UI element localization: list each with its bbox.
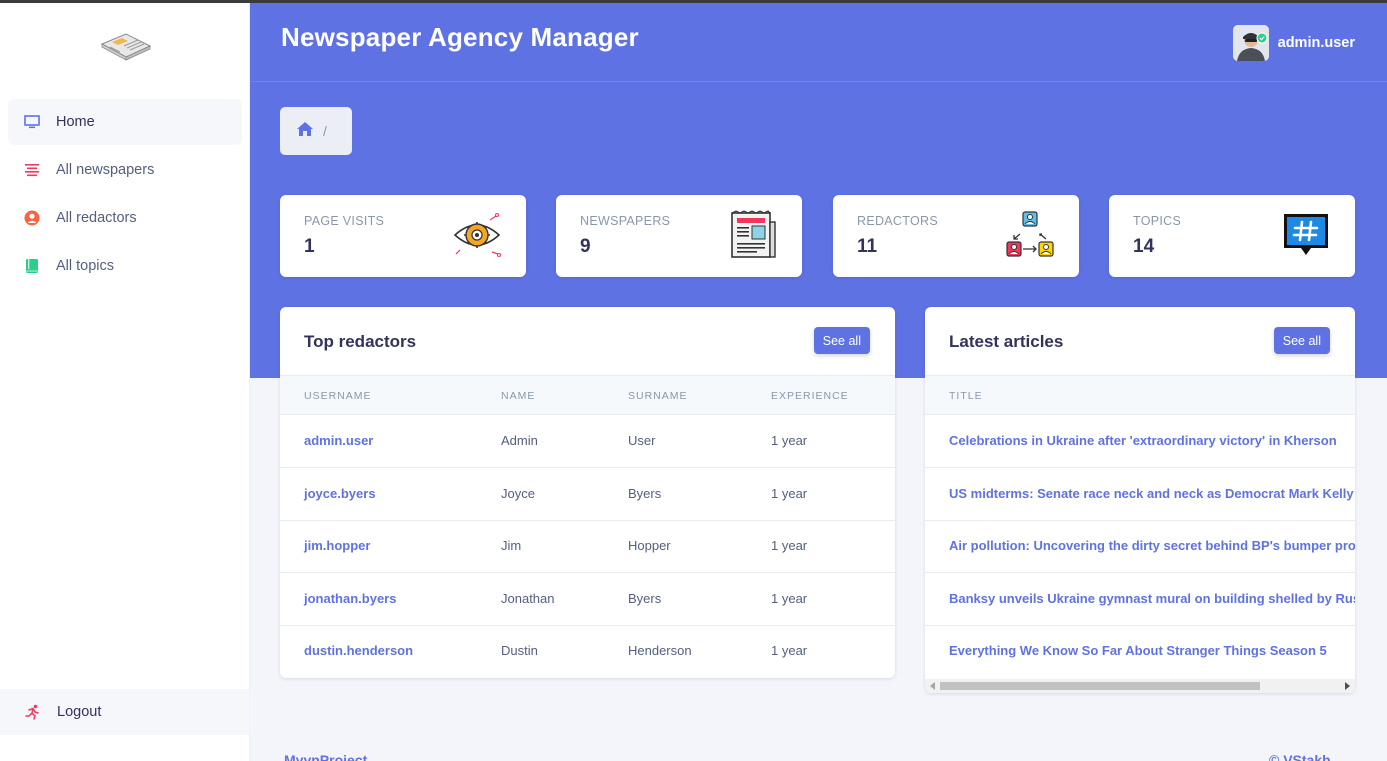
home-icon[interactable] (296, 121, 314, 142)
people-exchange-icon (1005, 210, 1055, 260)
sidebar-item-all-topics[interactable]: All topics (8, 243, 242, 289)
table-row: Banksy unveils Ukraine gymnast mural on … (925, 573, 1355, 626)
username-link[interactable]: joyce.byers (304, 486, 376, 501)
sidebar-item-label: All redactors (56, 210, 137, 226)
column-header: EXPERIENCE (771, 390, 849, 402)
stat-card-redactors: REDACTORS 11 (833, 195, 1079, 277)
window-top-border (0, 0, 1387, 3)
article-title-link[interactable]: Celebrations in Ukraine after 'extraordi… (949, 433, 1337, 448)
surname-cell: User (628, 433, 656, 448)
column-header: TITLE (949, 390, 983, 402)
table-row: US midterms: Senate race neck and neck a… (925, 468, 1355, 521)
logout-button[interactable]: Logout (0, 689, 249, 735)
article-title-link[interactable]: Everything We Know So Far About Stranger… (949, 643, 1327, 658)
stat-value: 9 (580, 236, 591, 257)
see-all-articles-button[interactable]: See all (1273, 327, 1330, 354)
panel-title: Top redactors (304, 332, 417, 351)
surname-cell: Byers (628, 591, 662, 606)
experience-cell: 1 year (771, 538, 808, 553)
avatar (1232, 25, 1269, 61)
horizontal-scrollbar[interactable] (925, 679, 1355, 693)
brand-logo-newspaper-icon[interactable] (98, 30, 152, 62)
username-link[interactable]: admin.user (304, 433, 373, 448)
surname-cell: Byers (628, 486, 662, 501)
stat-value: 11 (857, 236, 878, 257)
footer-copyright[interactable]: © VStakh (1269, 752, 1331, 761)
sidebar-item-label: All newspapers (56, 162, 155, 178)
name-cell: Joyce (501, 486, 535, 501)
column-header: NAME (501, 390, 536, 402)
username-link[interactable]: jim.hopper (304, 538, 370, 553)
name-cell: Admin (501, 433, 538, 448)
username-link[interactable]: jonathan.byers (304, 591, 396, 606)
experience-cell: 1 year (771, 591, 808, 606)
sidebar-item-label: All topics (56, 258, 115, 274)
sidebar-item-all-newspapers[interactable]: All newspapers (8, 147, 242, 193)
eye-gear-icon (452, 210, 502, 260)
column-header: SURNAME (628, 390, 688, 402)
username-link[interactable]: dustin.henderson (304, 643, 413, 658)
breadcrumb: / (280, 107, 352, 155)
scroll-right-icon[interactable] (1345, 682, 1350, 690)
experience-cell: 1 year (771, 486, 808, 501)
stat-card-newspapers: NEWSPAPERS 9 (556, 195, 802, 277)
panel-title: Latest articles (949, 332, 1064, 351)
stat-label: NEWSPAPERS (580, 214, 671, 228)
breadcrumb-separator: / (323, 123, 327, 139)
scroll-left-icon[interactable] (930, 682, 935, 690)
sidebar-nav: Home All newspapers All redactors All to… (8, 99, 242, 291)
table-row: dustin.henderson Dustin Henderson 1 year (280, 625, 895, 678)
hashtag-icon (1281, 210, 1331, 260)
top-redactors-panel: Top redactors See all USERNAME NAME SURN… (280, 307, 895, 678)
stat-label: PAGE VISITS (304, 214, 385, 228)
latest-articles-panel: Latest articles See all TITLE Celebratio… (925, 307, 1355, 693)
stat-value: 14 (1133, 236, 1155, 257)
user-name: admin.user (1277, 35, 1355, 51)
table-row: jonathan.byers Jonathan Byers 1 year (280, 573, 895, 626)
monitor-icon (23, 113, 41, 131)
surname-cell: Hopper (628, 538, 671, 553)
stat-value: 1 (304, 236, 315, 257)
user-circle-icon (23, 209, 41, 227)
sidebar: Home All newspapers All redactors All to… (0, 3, 250, 761)
article-title-link[interactable]: Banksy unveils Ukraine gymnast mural on … (949, 591, 1355, 606)
table-row: Everything We Know So Far About Stranger… (925, 625, 1355, 678)
page-title: Newspaper Agency Manager (281, 22, 639, 52)
newspaper-icon (728, 210, 778, 260)
header-divider (250, 81, 1387, 82)
table-row: admin.user Admin User 1 year (280, 415, 895, 468)
book-icon (23, 257, 41, 275)
logout-label: Logout (57, 704, 102, 720)
stat-card-topics: TOPICS 14 (1109, 195, 1355, 277)
user-menu[interactable]: admin.user (1232, 25, 1355, 61)
see-all-redactors-button[interactable]: See all (813, 327, 870, 354)
stat-card-page-visits: PAGE VISITS 1 (280, 195, 526, 277)
align-lines-icon (23, 161, 41, 179)
footer-project-link[interactable]: MyynProject (284, 752, 367, 761)
stat-label: TOPICS (1133, 214, 1182, 228)
table-row: Air pollution: Uncovering the dirty secr… (925, 520, 1355, 573)
table-row: joyce.byers Joyce Byers 1 year (280, 468, 895, 521)
sidebar-item-label: Home (56, 114, 95, 130)
table-row: Celebrations in Ukraine after 'extraordi… (925, 415, 1355, 468)
sidebar-item-home[interactable]: Home (8, 99, 242, 145)
running-person-icon (24, 703, 42, 721)
article-title-link[interactable]: Air pollution: Uncovering the dirty secr… (949, 538, 1355, 553)
experience-cell: 1 year (771, 643, 808, 658)
name-cell: Dustin (501, 643, 538, 658)
scrollbar-thumb[interactable] (940, 682, 1260, 690)
table-header: TITLE (925, 375, 1355, 415)
name-cell: Jonathan (501, 591, 555, 606)
column-header: USERNAME (304, 390, 372, 402)
sidebar-item-all-redactors[interactable]: All redactors (8, 195, 242, 241)
name-cell: Jim (501, 538, 522, 553)
stat-label: REDACTORS (857, 214, 938, 228)
table-row: jim.hopper Jim Hopper 1 year (280, 520, 895, 573)
surname-cell: Henderson (628, 643, 692, 658)
experience-cell: 1 year (771, 433, 808, 448)
article-title-link[interactable]: US midterms: Senate race neck and neck a… (949, 486, 1354, 501)
table-header: USERNAME NAME SURNAME EXPERIENCE (280, 375, 895, 415)
